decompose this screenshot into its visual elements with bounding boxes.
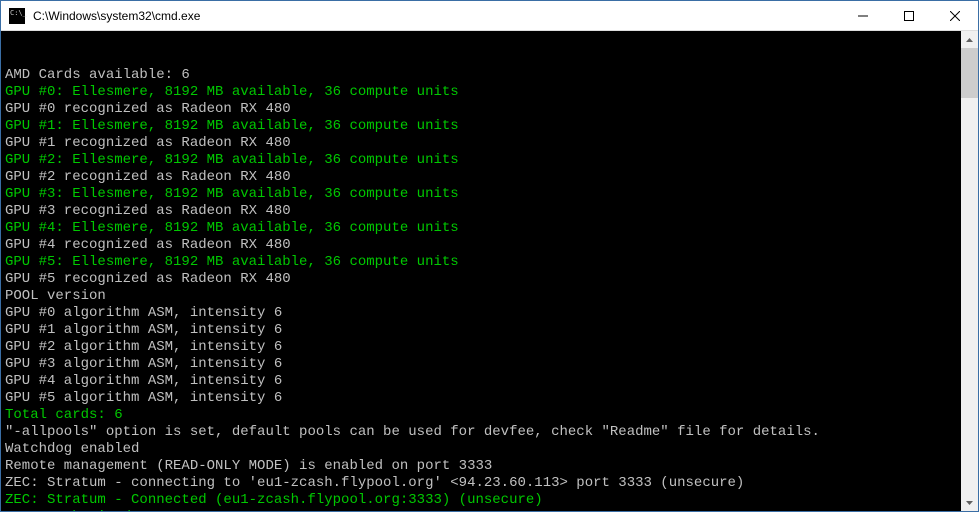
console-output[interactable]: AMD Cards available: 6GPU #0: Ellesmere,… <box>1 31 978 511</box>
console-line: GPU #0 algorithm ASM, intensity 6 <box>5 305 974 322</box>
minimize-icon <box>858 11 868 21</box>
console-line: GPU #0 recognized as Radeon RX 480 <box>5 101 974 118</box>
titlebar[interactable]: C:\Windows\system32\cmd.exe <box>1 1 978 31</box>
maximize-icon <box>904 11 914 21</box>
console-line: ZEC: Stratum - connecting to 'eu1-zcash.… <box>5 475 974 492</box>
cmd-icon <box>9 8 25 24</box>
console-line: GPU #5 recognized as Radeon RX 480 <box>5 271 974 288</box>
scroll-down-button[interactable] <box>961 494 978 511</box>
console-line: GPU #3: Ellesmere, 8192 MB available, 36… <box>5 186 974 203</box>
console-line: "-allpools" option is set, default pools… <box>5 424 974 441</box>
cmd-window: C:\Windows\system32\cmd.exe AMD Cards av… <box>0 0 979 512</box>
console-line: ZEC: Authorized <box>5 509 974 511</box>
console-line: GPU #3 algorithm ASM, intensity 6 <box>5 356 974 373</box>
window-controls <box>840 1 978 30</box>
console-line: GPU #5: Ellesmere, 8192 MB available, 36… <box>5 254 974 271</box>
console-line: GPU #2: Ellesmere, 8192 MB available, 36… <box>5 152 974 169</box>
close-icon <box>950 11 960 21</box>
minimize-button[interactable] <box>840 1 886 30</box>
console-line: GPU #4 algorithm ASM, intensity 6 <box>5 373 974 390</box>
window-title: C:\Windows\system32\cmd.exe <box>31 9 840 23</box>
console-line: GPU #4: Ellesmere, 8192 MB available, 36… <box>5 220 974 237</box>
close-button[interactable] <box>932 1 978 30</box>
console-line: GPU #2 algorithm ASM, intensity 6 <box>5 339 974 356</box>
chevron-down-icon <box>966 501 973 505</box>
maximize-button[interactable] <box>886 1 932 30</box>
scroll-track[interactable] <box>961 48 978 494</box>
console-line: GPU #1 algorithm ASM, intensity 6 <box>5 322 974 339</box>
console-line: Watchdog enabled <box>5 441 974 458</box>
console-line: AMD Cards available: 6 <box>5 67 974 84</box>
vertical-scrollbar[interactable] <box>961 31 978 511</box>
console-line: Total cards: 6 <box>5 407 974 424</box>
console-line: GPU #3 recognized as Radeon RX 480 <box>5 203 974 220</box>
console-line: GPU #2 recognized as Radeon RX 480 <box>5 169 974 186</box>
console-line: POOL version <box>5 288 974 305</box>
console-line: Remote management (READ-ONLY MODE) is en… <box>5 458 974 475</box>
chevron-up-icon <box>966 38 973 42</box>
console-line: GPU #4 recognized as Radeon RX 480 <box>5 237 974 254</box>
console-line: GPU #5 algorithm ASM, intensity 6 <box>5 390 974 407</box>
scroll-up-button[interactable] <box>961 31 978 48</box>
scroll-thumb[interactable] <box>961 48 978 98</box>
console-line: GPU #1 recognized as Radeon RX 480 <box>5 135 974 152</box>
console-line: GPU #1: Ellesmere, 8192 MB available, 36… <box>5 118 974 135</box>
console-line: GPU #0: Ellesmere, 8192 MB available, 36… <box>5 84 974 101</box>
console-line: ZEC: Stratum - Connected (eu1-zcash.flyp… <box>5 492 974 509</box>
